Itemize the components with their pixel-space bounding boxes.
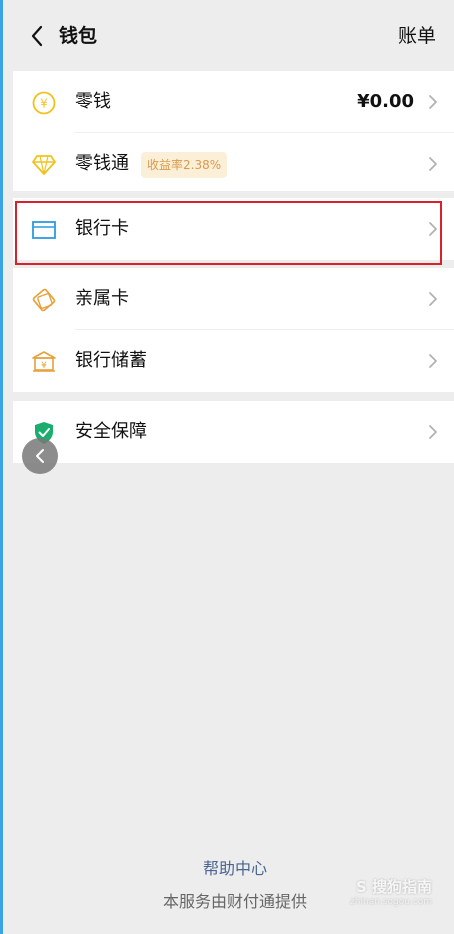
- wallet-group-balance: ¥ 零钱 ¥0.00 零钱通 收益率2.38%: [13, 71, 454, 191]
- watermark: S 搜狗指南 zhinan.sogou.com: [350, 876, 432, 907]
- bill-button[interactable]: 账单: [398, 22, 436, 50]
- list-item-change[interactable]: ¥ 零钱 ¥0.00: [13, 71, 454, 133]
- balance-value: ¥0.00: [357, 91, 414, 112]
- row-label: 零钱通: [75, 153, 129, 174]
- chevron-right-icon: [429, 95, 437, 109]
- back-button[interactable]: [23, 22, 51, 50]
- list-item-change-pass[interactable]: 零钱通 收益率2.38%: [13, 133, 454, 195]
- wallet-group-security: 安全保障: [13, 401, 454, 463]
- list-item-family-card[interactable]: 亲属卡: [13, 268, 454, 330]
- row-label: 安全保障: [75, 421, 147, 442]
- yield-rate-badge: 收益率2.38%: [141, 152, 228, 178]
- floating-back-button[interactable]: [22, 438, 58, 474]
- bank-savings-icon: ¥: [31, 349, 57, 375]
- list-item-bank-savings[interactable]: ¥ 银行储蓄: [13, 330, 454, 392]
- row-label: 亲属卡: [75, 288, 129, 309]
- family-card-icon: [31, 287, 57, 313]
- screen-left-edge: [0, 0, 3, 934]
- chevron-right-icon: [429, 425, 437, 439]
- top-navigation-bar: 钱包 账单: [3, 6, 454, 70]
- row-label: 零钱: [75, 91, 111, 112]
- watermark-main: S 搜狗指南: [355, 878, 432, 896]
- chevron-right-icon: [429, 292, 437, 306]
- svg-text:¥: ¥: [41, 361, 47, 371]
- svg-text:¥: ¥: [40, 97, 48, 111]
- page-title: 钱包: [59, 25, 98, 47]
- diamond-icon: [31, 152, 57, 178]
- chevron-left-icon: [36, 449, 44, 463]
- wallet-group-family: 亲属卡 ¥ 银行储蓄: [13, 268, 454, 392]
- list-item-security[interactable]: 安全保障: [13, 401, 454, 463]
- chevron-right-icon: [429, 157, 437, 171]
- row-label: 银行储蓄: [75, 350, 147, 371]
- highlight-annotation-box: [15, 201, 442, 265]
- watermark-sub: zhinan.sogou.com: [350, 897, 432, 907]
- chevron-left-icon: [31, 25, 43, 47]
- chevron-right-icon: [429, 354, 437, 368]
- yuan-coin-icon: ¥: [31, 90, 57, 116]
